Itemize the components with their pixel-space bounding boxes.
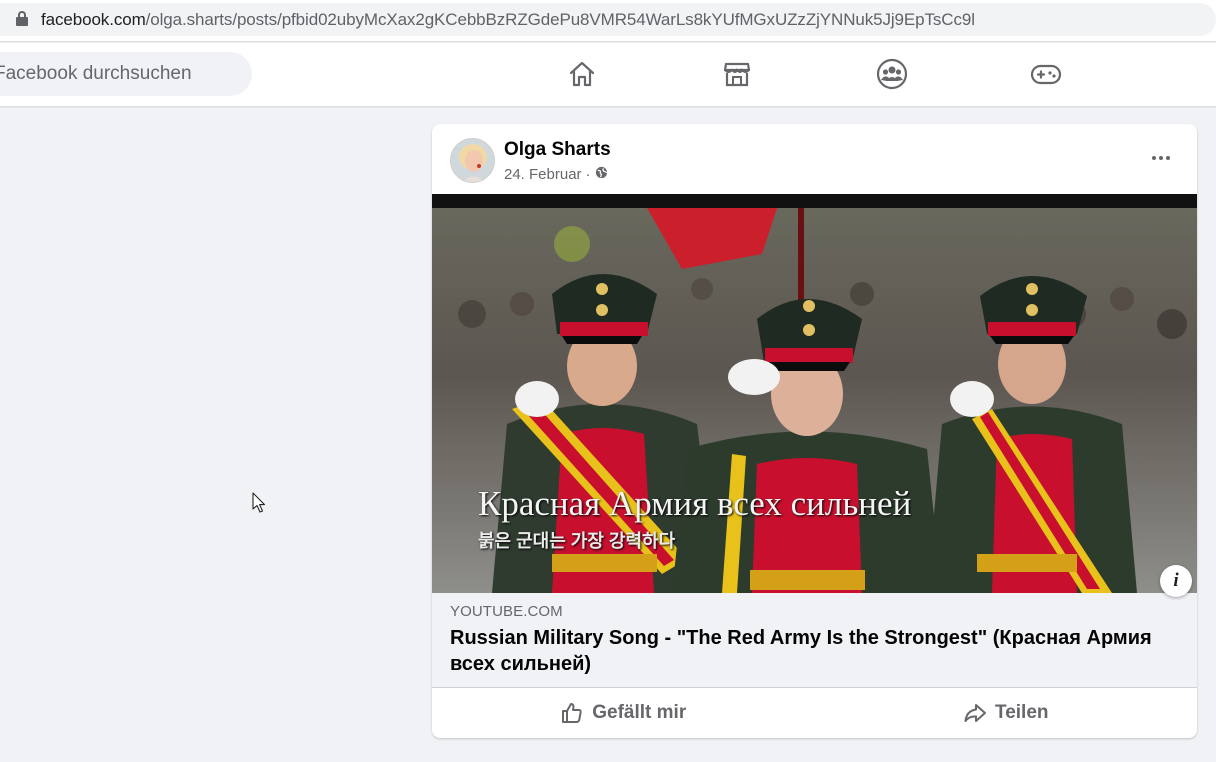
search-input[interactable] (0, 63, 234, 85)
gaming-icon[interactable] (1028, 56, 1064, 92)
link-preview[interactable]: i YOUTUBE.COM Russian Military Song - "T… (432, 565, 1197, 687)
post-actions: Gefällt mir Teilen (432, 687, 1197, 738)
share-button[interactable]: Teilen (815, 688, 1198, 738)
avatar[interactable] (450, 138, 495, 183)
marketplace-icon[interactable] (719, 56, 755, 92)
post-card: Olga Sharts 24. Februar · Красная Армия … (432, 124, 1197, 738)
like-button[interactable]: Gefällt mir (432, 688, 815, 738)
dot (1166, 156, 1170, 160)
post-date[interactable]: 24. Februar (504, 166, 582, 183)
like-label: Gefällt mir (592, 702, 687, 723)
facebook-top-nav (0, 43, 1216, 106)
video-subtitle-russian: Красная Армия всех сильней (478, 484, 912, 523)
home-icon[interactable] (564, 56, 600, 92)
meta-separator: · (585, 166, 591, 183)
url-field[interactable]: facebook.com/olga.sharts/posts/pfbid02ub… (0, 3, 1216, 36)
search-box[interactable] (0, 52, 252, 96)
dot (1159, 156, 1163, 160)
url-text: facebook.com/olga.sharts/posts/pfbid02ub… (41, 10, 975, 30)
lock-icon[interactable] (15, 3, 41, 36)
url-path: /olga.sharts/posts/pfbid02ubyMcXax2gKCeb… (145, 9, 975, 29)
thumbs-up-icon (560, 701, 584, 725)
post-meta: 24. Februar · (504, 166, 608, 183)
more-options-button[interactable] (1143, 144, 1179, 172)
share-icon (963, 701, 987, 725)
info-icon[interactable]: i (1160, 565, 1192, 597)
post-author[interactable]: Olga Sharts (504, 139, 611, 161)
url-domain: facebook.com (41, 9, 146, 29)
groups-icon[interactable] (874, 56, 910, 92)
globe-icon (595, 166, 608, 183)
link-domain: YOUTUBE.COM (450, 603, 563, 620)
video-subtitle-korean: 붉은 군대는 가장 강력하다 (478, 531, 676, 551)
browser-address-bar: facebook.com/olga.sharts/posts/pfbid02ub… (0, 0, 1216, 42)
dot (1152, 156, 1156, 160)
link-title[interactable]: Russian Military Song - "The Red Army Is… (450, 625, 1179, 677)
mouse-cursor-icon (252, 492, 266, 519)
share-label: Teilen (995, 702, 1049, 723)
video-thumbnail[interactable]: Красная Армия всех сильней 붉은 군대는 가장 강력하… (432, 194, 1197, 593)
